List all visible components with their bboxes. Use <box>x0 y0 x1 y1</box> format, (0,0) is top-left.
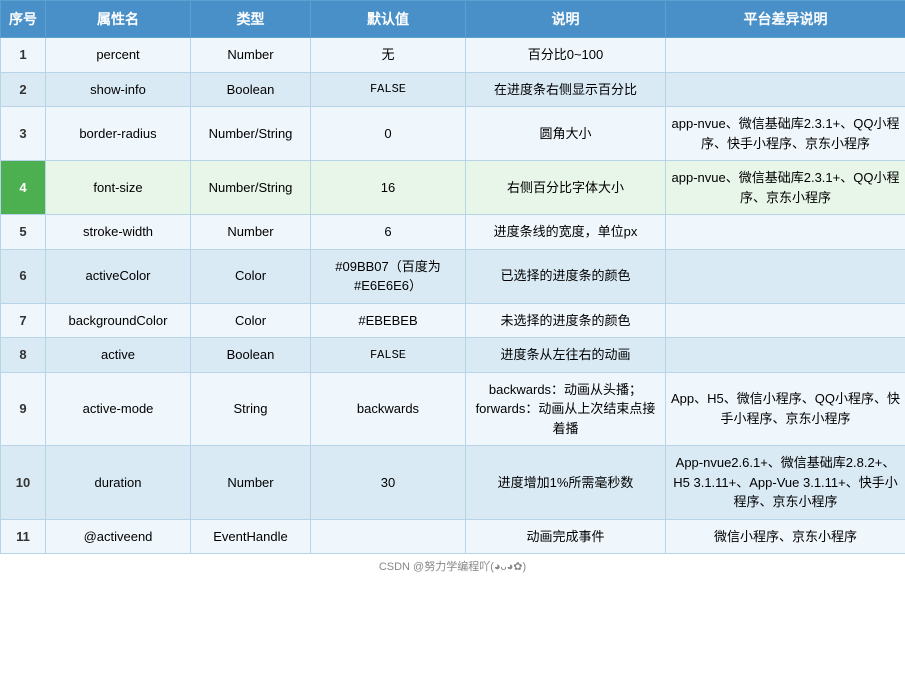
table-row: 10durationNumber30进度增加1%所需毫秒数App-nvue2.6… <box>1 446 905 520</box>
cell-name: show-info <box>46 72 191 107</box>
header-platform: 平台差异说明 <box>666 1 905 38</box>
cell-platform: 微信小程序、京东小程序 <box>666 519 905 554</box>
cell-desc: 未选择的进度条的颜色 <box>466 303 666 338</box>
cell-type: Number <box>191 446 311 520</box>
table-row: 1percentNumber无百分比0~100 <box>1 38 905 73</box>
cell-platform <box>666 338 905 373</box>
table-wrapper: 序号 属性名 类型 默认值 说明 平台差异说明 1percentNumber无百… <box>0 0 905 578</box>
table-row: 3border-radiusNumber/String0圆角大小app-nvue… <box>1 107 905 161</box>
cell-default: 0 <box>311 107 466 161</box>
cell-seq: 11 <box>1 519 46 554</box>
cell-desc: 进度条线的宽度，单位px <box>466 215 666 250</box>
cell-name: border-radius <box>46 107 191 161</box>
watermark: CSDN @努力学编程吖(◕ᴗ◕✿) <box>0 554 905 578</box>
table-row: 7backgroundColorColor#EBEBEB未选择的进度条的颜色 <box>1 303 905 338</box>
cell-type: EventHandle <box>191 519 311 554</box>
cell-seq: 6 <box>1 249 46 303</box>
cell-type: Number/String <box>191 161 311 215</box>
cell-name: active-mode <box>46 372 191 446</box>
cell-desc: 进度条从左往右的动画 <box>466 338 666 373</box>
cell-default: FALSE <box>311 338 466 373</box>
cell-default: 30 <box>311 446 466 520</box>
cell-seq: 10 <box>1 446 46 520</box>
cell-platform: App-nvue2.6.1+、微信基础库2.8.2+、H5 3.1.11+、Ap… <box>666 446 905 520</box>
cell-type: Number/String <box>191 107 311 161</box>
cell-default: backwards <box>311 372 466 446</box>
table-row: 4font-sizeNumber/String16右侧百分比字体大小app-nv… <box>1 161 905 215</box>
table-row: 2show-infoBooleanFALSE在进度条右侧显示百分比 <box>1 72 905 107</box>
cell-seq: 3 <box>1 107 46 161</box>
header-desc: 说明 <box>466 1 666 38</box>
cell-desc: 右侧百分比字体大小 <box>466 161 666 215</box>
cell-default: 16 <box>311 161 466 215</box>
cell-desc: 圆角大小 <box>466 107 666 161</box>
cell-name: active <box>46 338 191 373</box>
table-row: 6activeColorColor#09BB07（百度为#E6E6E6）已选择的… <box>1 249 905 303</box>
cell-name: @activeend <box>46 519 191 554</box>
header-seq: 序号 <box>1 1 46 38</box>
cell-desc: 已选择的进度条的颜色 <box>466 249 666 303</box>
cell-seq: 5 <box>1 215 46 250</box>
cell-name: font-size <box>46 161 191 215</box>
cell-default: 无 <box>311 38 466 73</box>
cell-name: activeColor <box>46 249 191 303</box>
cell-name: duration <box>46 446 191 520</box>
header-default: 默认值 <box>311 1 466 38</box>
header-type: 类型 <box>191 1 311 38</box>
table-header-row: 序号 属性名 类型 默认值 说明 平台差异说明 <box>1 1 905 38</box>
cell-name: percent <box>46 38 191 73</box>
cell-desc: 百分比0~100 <box>466 38 666 73</box>
cell-platform <box>666 72 905 107</box>
cell-type: Color <box>191 249 311 303</box>
cell-desc: 进度增加1%所需毫秒数 <box>466 446 666 520</box>
cell-default: #EBEBEB <box>311 303 466 338</box>
cell-seq: 9 <box>1 372 46 446</box>
cell-name: stroke-width <box>46 215 191 250</box>
cell-desc: 在进度条右侧显示百分比 <box>466 72 666 107</box>
cell-type: Boolean <box>191 338 311 373</box>
cell-platform <box>666 303 905 338</box>
cell-default: #09BB07（百度为#E6E6E6） <box>311 249 466 303</box>
cell-platform: app-nvue、微信基础库2.3.1+、QQ小程序、快手小程序、京东小程序 <box>666 107 905 161</box>
cell-platform <box>666 38 905 73</box>
cell-seq: 2 <box>1 72 46 107</box>
cell-desc: backwards：动画从头播；forwards：动画从上次结束点接着播 <box>466 372 666 446</box>
cell-seq: 1 <box>1 38 46 73</box>
cell-type: Number <box>191 215 311 250</box>
cell-desc: 动画完成事件 <box>466 519 666 554</box>
table-row: 11@activeendEventHandle 动画完成事件微信小程序、京东小程序 <box>1 519 905 554</box>
cell-platform <box>666 249 905 303</box>
header-name: 属性名 <box>46 1 191 38</box>
cell-type: String <box>191 372 311 446</box>
table-row: 9active-modeStringbackwardsbackwards：动画从… <box>1 372 905 446</box>
cell-type: Boolean <box>191 72 311 107</box>
table-row: 8activeBooleanFALSE进度条从左往右的动画 <box>1 338 905 373</box>
cell-name: backgroundColor <box>46 303 191 338</box>
cell-seq: 7 <box>1 303 46 338</box>
cell-type: Color <box>191 303 311 338</box>
properties-table: 序号 属性名 类型 默认值 说明 平台差异说明 1percentNumber无百… <box>0 0 905 554</box>
cell-seq: 4 <box>1 161 46 215</box>
cell-default: FALSE <box>311 72 466 107</box>
cell-platform: app-nvue、微信基础库2.3.1+、QQ小程序、京东小程序 <box>666 161 905 215</box>
cell-default <box>311 519 466 554</box>
cell-seq: 8 <box>1 338 46 373</box>
cell-platform <box>666 215 905 250</box>
cell-platform: App、H5、微信小程序、QQ小程序、快手小程序、京东小程序 <box>666 372 905 446</box>
cell-default: 6 <box>311 215 466 250</box>
cell-type: Number <box>191 38 311 73</box>
table-row: 5stroke-widthNumber6进度条线的宽度，单位px <box>1 215 905 250</box>
